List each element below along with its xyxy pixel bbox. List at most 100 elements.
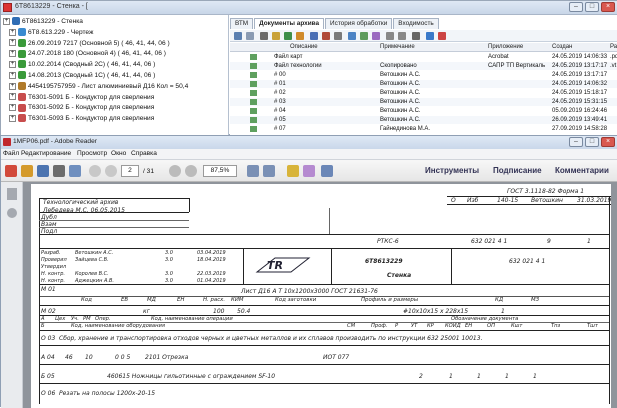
- create-pdf-icon[interactable]: [5, 165, 17, 177]
- tree-item[interactable]: +6T8613229 - Стенка: [3, 17, 83, 27]
- col-extra[interactable]: Ра: [610, 44, 617, 50]
- next-page-icon[interactable]: [105, 165, 117, 177]
- a04-shop: 46: [65, 354, 73, 361]
- expand-icon[interactable]: +: [9, 39, 16, 47]
- expand-icon[interactable]: +: [9, 28, 16, 36]
- minimize-button[interactable]: –: [569, 2, 583, 12]
- table-row[interactable]: # 02 Ветошкин А.С. 24.05.2019 15:18:17: [230, 89, 617, 97]
- expand-icon[interactable]: +: [9, 82, 16, 90]
- fit-width-icon[interactable]: [263, 165, 275, 177]
- open-icon[interactable]: [21, 165, 33, 177]
- tree-icon[interactable]: [284, 32, 292, 40]
- attachments-icon[interactable]: [7, 208, 17, 218]
- rule: [39, 212, 189, 213]
- comment-icon[interactable]: [287, 165, 299, 177]
- tab-vtm[interactable]: ВТМ: [230, 18, 254, 29]
- close-button[interactable]: ×: [601, 2, 615, 12]
- expand-icon[interactable]: +: [9, 104, 16, 112]
- expand-icon[interactable]: +: [9, 114, 16, 122]
- tree-item[interactable]: +26.09.2019 7217 (Основной 5) ( 46, 41, …: [9, 38, 170, 49]
- tree-item[interactable]: +4454195757959 - Лист алюминиевый Д16 Ко…: [9, 82, 188, 92]
- page-number-input[interactable]: 2: [121, 165, 139, 177]
- columns-icon[interactable]: [412, 32, 420, 40]
- print-icon[interactable]: [334, 32, 342, 40]
- col-app[interactable]: Приложение: [488, 44, 523, 50]
- document-view[interactable]: ГОСТ 3.1118-82 Форма 1 Технологический а…: [23, 182, 617, 408]
- refresh-icon[interactable]: [234, 32, 242, 40]
- menu-view[interactable]: Просмотр: [77, 150, 107, 157]
- link-icon[interactable]: [372, 32, 380, 40]
- b05-v4: 1: [505, 373, 509, 380]
- sheet-total: 9: [547, 238, 551, 245]
- table-icon[interactable]: [310, 32, 318, 40]
- email-icon[interactable]: [69, 165, 81, 177]
- expand-icon[interactable]: +: [9, 60, 16, 68]
- version-icon: [18, 71, 26, 80]
- nav-last-icon[interactable]: [398, 32, 406, 40]
- tree-item[interactable]: +10.02.2014 (Сводный 2C) ( 46, 41, 44, 0…: [9, 60, 155, 70]
- col-description[interactable]: Описание: [290, 44, 318, 50]
- tree-item[interactable]: + Т6301-5091 Б - Кондуктор для сверления: [9, 92, 154, 103]
- table-row[interactable]: # 05 Ветошкин А.С. 26.09.2019 13:49:41: [230, 116, 617, 124]
- lock-icon[interactable]: [272, 32, 280, 40]
- expand-icon[interactable]: +: [9, 50, 16, 58]
- cell-note: Скопировано: [380, 63, 417, 69]
- table-row[interactable]: # 07 Гайнединова М.А. 27.09.2019 14:58:28: [230, 125, 617, 133]
- documents-grid[interactable]: Описание Примечание Приложение Создан Ра…: [230, 43, 617, 136]
- add-icon[interactable]: [360, 32, 368, 40]
- tab-entry[interactable]: Входимость: [393, 18, 439, 29]
- sign-link[interactable]: Подписание: [493, 166, 542, 175]
- fullscreen-icon[interactable]: [321, 165, 333, 177]
- tree-item[interactable]: +6T8.613.229 - Чертеж: [9, 28, 93, 38]
- tab-archive-docs[interactable]: Документы архива: [254, 18, 325, 29]
- reader-close-button[interactable]: ×: [601, 137, 615, 147]
- tree-item[interactable]: +14.08.2013 (Сводный 1C) ( 46, 41, 44, 0…: [9, 71, 155, 81]
- edit-icon[interactable]: [348, 32, 356, 40]
- tools-link[interactable]: Инструменты: [425, 166, 479, 175]
- table-row[interactable]: Файл технологии Скопировано САПР ТП Вертик…: [230, 62, 617, 70]
- expand-icon[interactable]: +: [9, 93, 16, 101]
- pages-panel-icon[interactable]: [7, 188, 17, 200]
- menu-help[interactable]: Справка: [131, 150, 157, 157]
- comments-link[interactable]: Комментарии: [555, 166, 609, 175]
- table-row[interactable]: Файл карт Acrobat 24.05.2019 14:06:33 .pd: [230, 53, 617, 61]
- delete-icon[interactable]: [438, 32, 446, 40]
- col-note[interactable]: Примечание: [380, 44, 415, 50]
- col-created[interactable]: Создан: [552, 44, 572, 50]
- reader-menubar: Файл Редактирование Просмотр Окно Справк…: [1, 149, 617, 160]
- save-icon[interactable]: [322, 32, 330, 40]
- sync-icon[interactable]: [426, 32, 434, 40]
- fit-page-icon[interactable]: [247, 165, 259, 177]
- zoom-out-icon[interactable]: [169, 165, 181, 177]
- print-icon[interactable]: [53, 165, 65, 177]
- view-icon[interactable]: [246, 32, 254, 40]
- save-icon[interactable]: [37, 165, 49, 177]
- cell-desc: # 00: [274, 72, 286, 78]
- tab-history[interactable]: История обработки: [325, 18, 393, 29]
- nav-first-icon[interactable]: [386, 32, 394, 40]
- tool-icon: [18, 103, 26, 112]
- prev-page-icon[interactable]: [89, 165, 101, 177]
- grid-icon[interactable]: [260, 32, 268, 40]
- zoom-select[interactable]: 87,5%: [203, 165, 237, 177]
- menu-edit[interactable]: Редактирование: [21, 150, 71, 157]
- table-row[interactable]: # 00 Ветошкин А.С. 24.05.2019 13:17:17: [230, 71, 617, 79]
- expand-icon[interactable]: +: [3, 17, 10, 25]
- menu-file[interactable]: Файл: [3, 150, 19, 157]
- object-tree[interactable]: +6T8613229 - Стенка +6T8.613.229 - Чертеж…: [1, 15, 229, 136]
- tree-item[interactable]: +24.07.2018 180 (Основной 4) ( 46, 41, 4…: [9, 49, 166, 59]
- sign-icon[interactable]: [303, 165, 315, 177]
- expand-icon[interactable]: +: [9, 71, 16, 79]
- tree-item[interactable]: + Т6301-5093 Б - Кондуктор для сверления: [9, 114, 154, 124]
- maximize-button[interactable]: □: [585, 2, 599, 12]
- table-row[interactable]: # 04 Ветошкин А.С. 05.09.2019 16:24:46: [230, 107, 617, 115]
- filter-icon[interactable]: [296, 32, 304, 40]
- zoom-in-icon[interactable]: [185, 165, 197, 177]
- table-row[interactable]: # 01 Ветошкин А.С. 24.05.2019 14:06:32: [230, 80, 617, 88]
- tree-item[interactable]: + Т6301-5092 Б - Кондуктор для сверления: [9, 103, 154, 113]
- menu-window[interactable]: Окно: [111, 150, 126, 157]
- table-row[interactable]: # 03 Ветошкин А.С. 24.05.2019 15:31:15: [230, 98, 617, 106]
- reader-minimize-button[interactable]: –: [569, 137, 583, 147]
- reader-maximize-button[interactable]: □: [585, 137, 599, 147]
- m01-head: МД: [147, 297, 156, 303]
